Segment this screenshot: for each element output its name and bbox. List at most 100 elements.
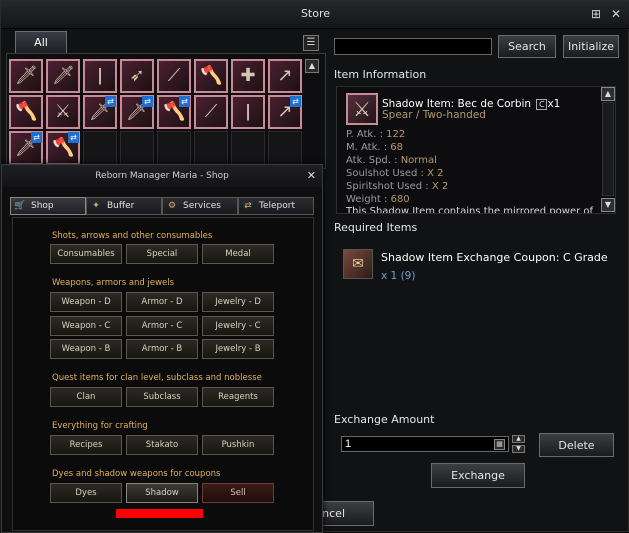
jewelry-c-button[interactable]: Jewelry - C [202,316,274,336]
list-view-icon[interactable]: ☰ [303,35,319,51]
item-slot[interactable]: 🪓 [9,95,43,129]
required-item-row: ✉ Shadow Item Exchange Coupon: C Grade x… [336,239,616,299]
exchange-badge-icon: ⇄ [142,96,153,107]
section-dyes-title: Dyes and shadow weapons for coupons [52,469,221,479]
stat-patk: P. Atk. : 122 [346,129,406,140]
amount-decrease-icon[interactable]: ▼ [512,445,525,453]
subclass-button[interactable]: Subclass [126,387,198,407]
swords-icon: ⚔ [54,101,72,122]
shop-title: Reborn Manager Maria - Shop [2,165,322,187]
axe-icon: 🪓 [15,101,38,122]
medal-button[interactable]: Medal [202,244,274,264]
item-type: Spear / Two-handed [382,109,486,121]
tab-all[interactable]: All [15,31,67,53]
delete-button[interactable]: Delete [539,433,614,457]
item-slot[interactable]: 🗡 ⇄ [120,95,154,129]
grade-badge: C [536,98,548,110]
stat-weight: Weight : 680 [346,194,410,205]
coupon-name: Shadow Item Exchange Coupon: C Grade [381,251,608,264]
cancel-button[interactable]: ncel [316,501,374,526]
special-button[interactable]: Special [126,244,198,264]
shop-close-icon[interactable]: ✕ [307,169,316,182]
item-slot[interactable]: ⚔ [46,95,80,129]
tab-teleport[interactable]: ⇄ Teleport [238,197,314,215]
item-slot[interactable]: 🗡 ⇄ [9,131,43,165]
crossbow-icon: ✚ [240,65,256,86]
item-count: x1 [547,98,561,110]
calculator-icon[interactable]: ▦ [494,439,505,450]
stat-atkspd: Atk. Spd. : Normal [346,155,437,166]
item-slot[interactable]: 🗡 [9,59,43,93]
item-slot[interactable]: ➶ [120,59,154,93]
window-title: Store [300,7,331,20]
info-scrollbar[interactable] [602,102,614,196]
armor-d-button[interactable]: Armor - D [126,292,198,312]
recipes-button[interactable]: Recipes [50,435,122,455]
tab-buffer[interactable]: ✦ Buffer [86,197,162,215]
blade-icon: ⟋ [204,101,218,122]
weapon-b-button[interactable]: Weapon - B [50,339,122,359]
info-scroll-up-icon[interactable]: ▲ [601,87,615,101]
empty-slot [83,131,117,165]
shadow-button[interactable]: Shadow [126,483,198,503]
sword-icon: 🗡 [15,65,38,86]
jewelry-d-button[interactable]: Jewelry - D [202,292,274,312]
window-options-icon[interactable]: ⊞ [589,7,603,21]
spear-icon: ↗ [277,65,293,86]
item-slot[interactable]: 🗡 ⇄ [83,95,117,129]
consumables-button[interactable]: Consumables [50,244,122,264]
clan-button[interactable]: Clan [50,387,122,407]
bow-icon: ➶ [129,65,145,86]
tab-services[interactable]: ⚙ Services [162,197,238,215]
jewelry-b-button[interactable]: Jewelry - B [202,339,274,359]
search-button[interactable]: Search [498,35,556,58]
item-slot[interactable]: ⟋ [194,95,228,129]
weapon-c-button[interactable]: Weapon - C [50,316,122,336]
staff-icon: ǀ [97,65,103,86]
stat-spiritshot: Spiritshot Used : X 2 [346,181,449,192]
item-slot[interactable]: ǀ [83,59,117,93]
shop-dialog: Reborn Manager Maria - Shop ✕ 🛒 Shop ✦ Buf… [1,164,323,533]
tab-shop[interactable]: 🛒 Shop [10,197,86,215]
weapon-d-button[interactable]: Weapon - D [50,292,122,312]
item-slot[interactable]: ↗ [268,59,302,93]
pushkin-button[interactable]: Pushkin [202,435,274,455]
section-weapons-title: Weapons, armors and jewels [52,278,175,288]
exchange-button[interactable]: Exchange [431,463,525,488]
item-information-label: Item Information [334,68,427,81]
stat-soulshot: Soulshot Used : X 2 [346,168,444,179]
empty-slot [268,131,302,165]
reagents-button[interactable]: Reagents [202,387,274,407]
item-slot[interactable]: ⟋ [157,59,191,93]
item-slot[interactable]: ↗ ⇄ [268,95,302,129]
staff-icon: ǀ [245,101,251,122]
exchange-badge-icon: ⇄ [105,96,116,107]
item-slot[interactable]: 🪓 ⇄ [157,95,191,129]
initialize-button[interactable]: Initialize [563,35,619,58]
item-slot[interactable]: 🗡 [46,59,80,93]
item-description: This Shadow Item contains the mirrored p… [346,206,594,214]
stakato-button[interactable]: Stakato [126,435,198,455]
search-input[interactable] [334,38,492,55]
amount-increase-icon[interactable]: ▲ [512,435,525,443]
dyes-button[interactable]: Dyes [50,483,122,503]
item-slot[interactable]: ǀ [231,95,265,129]
item-slot[interactable]: 🪓 [194,59,228,93]
info-scroll-down-icon[interactable]: ▼ [601,198,615,212]
blade-icon: ⟋ [167,65,181,86]
armor-b-button[interactable]: Armor - B [126,339,198,359]
services-icon: ⚙ [167,201,177,211]
required-items-label: Required Items [334,221,418,234]
store-window: Store ⊞ ✕ All ☰ ▲ 🗡 🗡 ǀ ➶ ⟋ 🪓 ✚ ↗ 🪓 ⚔ 🗡 ⇄ 🗡 ⇄ 🪓 ⇄ ⟋ ǀ ↗ ⇄ 🗡 ⇄… [0,0,629,533]
item-slot[interactable]: 🪓 ⇄ [46,131,80,165]
exchange-badge-icon: ⇄ [68,132,79,143]
armor-c-button[interactable]: Armor - C [126,316,198,336]
empty-slot [194,131,228,165]
grid-scroll-up-icon[interactable]: ▲ [305,59,319,73]
exchange-badge-icon: ⇄ [31,132,42,143]
item-slot[interactable]: ✚ [231,59,265,93]
wand-icon: ✦ [92,201,100,211]
close-icon[interactable]: ✕ [609,7,623,21]
sell-button[interactable]: Sell [202,483,274,503]
exchange-amount-input[interactable] [341,436,509,452]
